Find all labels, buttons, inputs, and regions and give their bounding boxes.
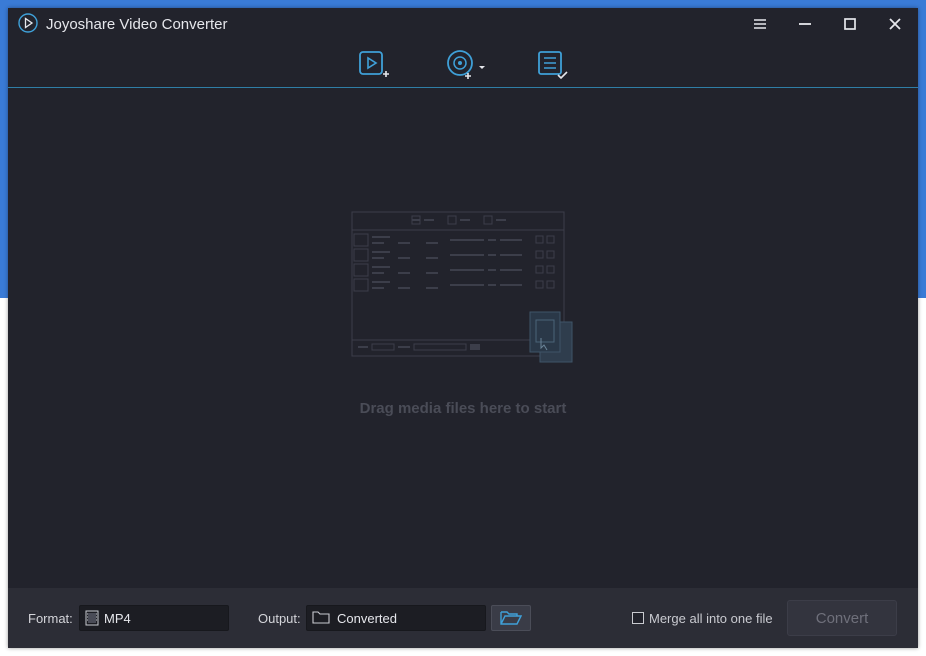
output-path-field[interactable]: Converted	[306, 605, 486, 631]
convert-button[interactable]: Convert	[787, 600, 897, 636]
browse-output-button[interactable]	[491, 605, 531, 631]
open-folder-icon	[500, 611, 522, 625]
drop-illustration-icon	[351, 211, 573, 363]
merge-label[interactable]: Merge all into one file	[649, 611, 773, 626]
add-video-button[interactable]	[356, 48, 392, 80]
folder-icon	[312, 611, 330, 624]
menu-button[interactable]	[745, 12, 775, 36]
format-selector[interactable]: MP4	[79, 605, 229, 631]
title-bar: Joyoshare Video Converter	[8, 8, 918, 42]
app-title: Joyoshare Video Converter	[46, 16, 228, 33]
output-value: Converted	[337, 611, 397, 626]
maximize-button[interactable]	[835, 12, 865, 36]
output-label: Output:	[258, 611, 301, 626]
maximize-icon	[844, 18, 856, 30]
close-icon	[889, 18, 901, 30]
add-dvd-button[interactable]	[444, 48, 488, 80]
format-label: Format:	[28, 611, 73, 626]
minimize-icon	[799, 23, 811, 25]
merge-checkbox[interactable]	[632, 612, 644, 624]
toolbar	[8, 42, 918, 88]
drop-zone[interactable]: Drag media files here to start	[8, 88, 918, 588]
converted-list-button[interactable]	[534, 48, 570, 80]
add-dvd-icon	[447, 50, 485, 79]
main-content: Drag media files here to start	[8, 88, 918, 588]
menu-icon	[754, 19, 766, 29]
drop-hint: Drag media files here to start	[359, 400, 567, 417]
app-window: Joyoshare Video Converter Drag media fil…	[8, 8, 918, 648]
minimize-button[interactable]	[790, 12, 820, 36]
close-button[interactable]	[880, 12, 910, 36]
app-logo-icon	[18, 13, 38, 33]
video-file-icon	[85, 610, 99, 626]
bottom-bar: Format: MP4 Output: Converted Merge all …	[8, 588, 918, 648]
converted-list-icon	[538, 51, 568, 80]
format-value: MP4	[104, 611, 131, 626]
add-video-icon	[359, 51, 389, 77]
